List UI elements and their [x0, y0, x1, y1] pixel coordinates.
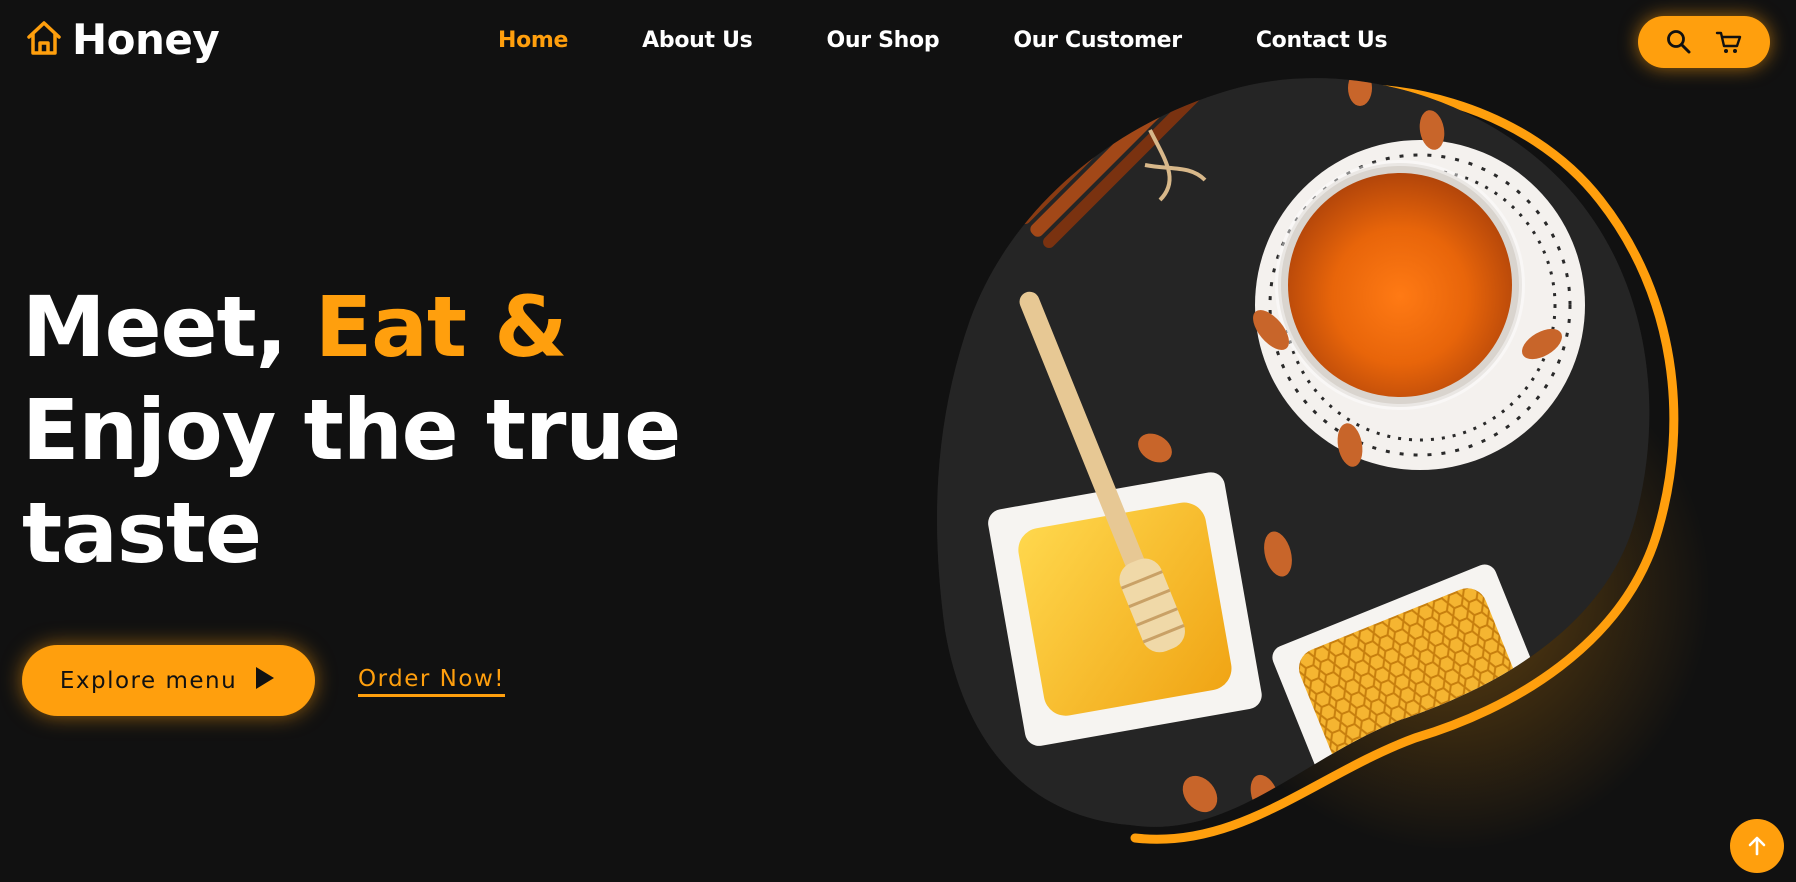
hero-line-2: Enjoy the true: [22, 381, 681, 479]
page: Honey Home About Us Our Shop Our Custome…: [0, 0, 1796, 882]
nav-contact-us[interactable]: Contact Us: [1256, 28, 1388, 53]
play-icon: [253, 665, 277, 697]
scroll-to-top-button[interactable]: [1730, 819, 1784, 873]
search-icon[interactable]: [1665, 28, 1693, 56]
hero-title: Meet, Eat & Enjoy the true taste: [22, 276, 702, 585]
header-actions: [1638, 16, 1770, 68]
explore-menu-button[interactable]: Explore menu: [22, 645, 315, 716]
brand-name: Honey: [72, 15, 220, 64]
explore-menu-label: Explore menu: [59, 667, 238, 694]
hero-line-1: Meet, Eat &: [22, 276, 702, 379]
arrow-up-icon: [1746, 835, 1768, 857]
hero-line-1-text: Meet,: [22, 278, 315, 376]
cart-icon[interactable]: [1715, 28, 1743, 56]
order-now-link[interactable]: Order Now!: [358, 666, 505, 697]
nav-our-shop[interactable]: Our Shop: [826, 28, 939, 53]
hero-line-3: taste: [22, 484, 262, 582]
hero-image: [930, 70, 1730, 880]
main-nav: Home About Us Our Shop Our Customer Cont…: [498, 28, 1388, 53]
nav-about-us[interactable]: About Us: [642, 28, 753, 53]
nav-home[interactable]: Home: [498, 28, 568, 53]
nav-our-customer[interactable]: Our Customer: [1013, 28, 1182, 53]
brand-logo[interactable]: Honey: [24, 15, 220, 64]
hero-line-1-accent: Eat &: [314, 278, 568, 376]
home-icon: [24, 18, 64, 62]
